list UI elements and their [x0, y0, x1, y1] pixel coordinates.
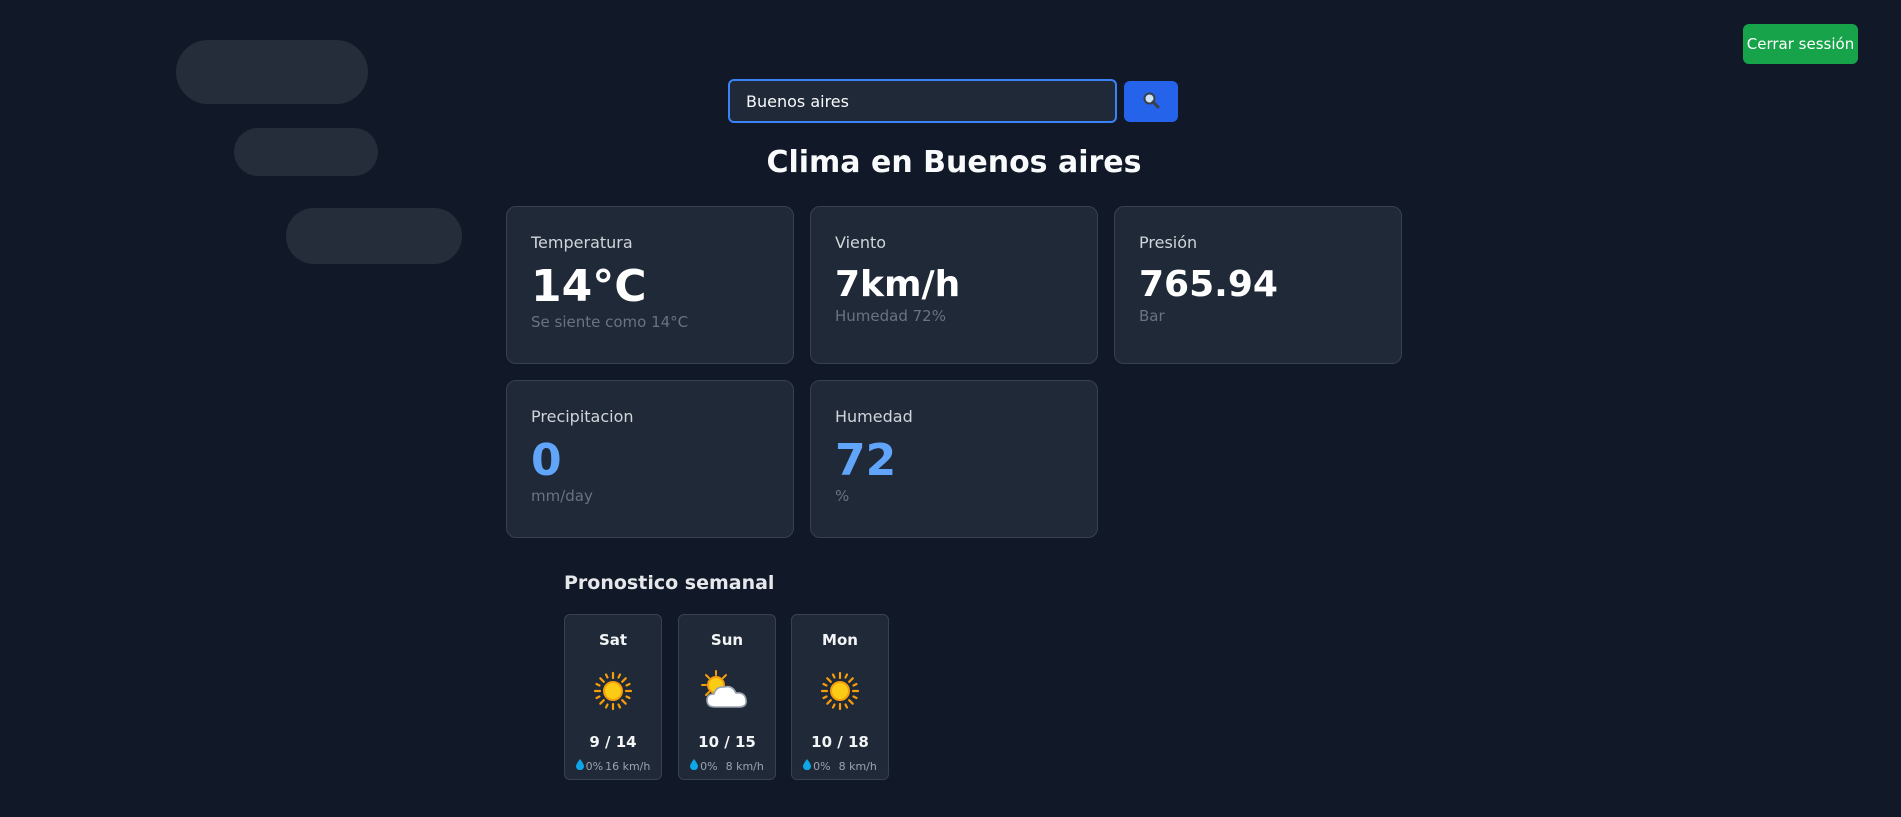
- card-label: Presión: [1139, 233, 1198, 252]
- city-search-input[interactable]: [728, 79, 1117, 123]
- card-label: Precipitacion: [531, 407, 634, 426]
- forecast-title: Pronostico semanal: [564, 572, 775, 594]
- pressure-value: 765.94: [1139, 264, 1278, 305]
- rain-chance: 0%: [585, 759, 604, 773]
- sun-icon: [565, 667, 661, 715]
- sun-icon: [792, 667, 888, 715]
- wind-value: 7km/h: [835, 264, 961, 305]
- droplet-icon: [803, 759, 812, 773]
- temperature-value: 14°C: [531, 261, 647, 312]
- rain-chance: 0%: [700, 759, 718, 773]
- sun-behind-cloud-icon: [679, 667, 775, 715]
- day-temperature-range: 10 / 18: [811, 733, 869, 751]
- temperature-card: Temperatura 14°C Se siente como 14°C: [506, 206, 794, 364]
- search-icon: [1142, 91, 1160, 112]
- droplet-icon: [690, 759, 699, 773]
- loading-skeleton: [286, 208, 462, 264]
- forecast-day-card: Sun 10 / 15 0% 8 km/h: [678, 614, 776, 780]
- card-label: Humedad: [835, 407, 913, 426]
- page-title: Clima en Buenos aires: [766, 145, 1142, 180]
- loading-skeleton: [176, 40, 368, 104]
- day-name: Sat: [598, 631, 628, 649]
- search-button[interactable]: [1124, 81, 1178, 122]
- humidity-unit: %: [835, 487, 850, 505]
- day-meta: 0% 8 km/h: [792, 759, 888, 773]
- humidity-value: 72: [835, 435, 897, 486]
- weather-app: Cerrar sessión Clima en Buenos aires Tem…: [0, 0, 1901, 817]
- humidity-card: Humedad 72 %: [810, 380, 1098, 538]
- forecast-day-card: Mon 10 / 18 0% 8 km/h: [791, 614, 889, 780]
- day-meta: 0% 16 km/h: [565, 759, 661, 773]
- rain-chance: 0%: [813, 759, 831, 773]
- precipitation-value: 0: [531, 435, 562, 486]
- wind-speed: 8 km/h: [838, 759, 877, 773]
- day-temperature-range: 10 / 15: [698, 733, 756, 751]
- day-name: Mon: [822, 631, 858, 649]
- pressure-unit: Bar: [1139, 307, 1165, 325]
- day-name: Sun: [710, 631, 744, 649]
- card-label: Temperatura: [531, 233, 633, 252]
- feels-like-text: Se siente como 14°C: [531, 313, 689, 331]
- day-meta: 0% 8 km/h: [679, 759, 775, 773]
- card-label: Viento: [835, 233, 887, 252]
- wind-humidity-text: Humedad 72%: [835, 307, 946, 325]
- droplet-icon: [575, 759, 584, 773]
- wind-card: Viento 7km/h Humedad 72%: [810, 206, 1098, 364]
- wind-speed: 8 km/h: [725, 759, 764, 773]
- day-temperature-range: 9 / 14: [589, 733, 637, 751]
- wind-speed: 16 km/h: [605, 759, 651, 773]
- logout-button[interactable]: Cerrar sessión: [1743, 24, 1858, 64]
- forecast-day-card: Sat 9 / 14 0% 16 km/h: [564, 614, 662, 780]
- pressure-card: Presión 765.94 Bar: [1114, 206, 1402, 364]
- precipitation-unit: mm/day: [531, 487, 593, 505]
- precipitation-card: Precipitacion 0 mm/day: [506, 380, 794, 538]
